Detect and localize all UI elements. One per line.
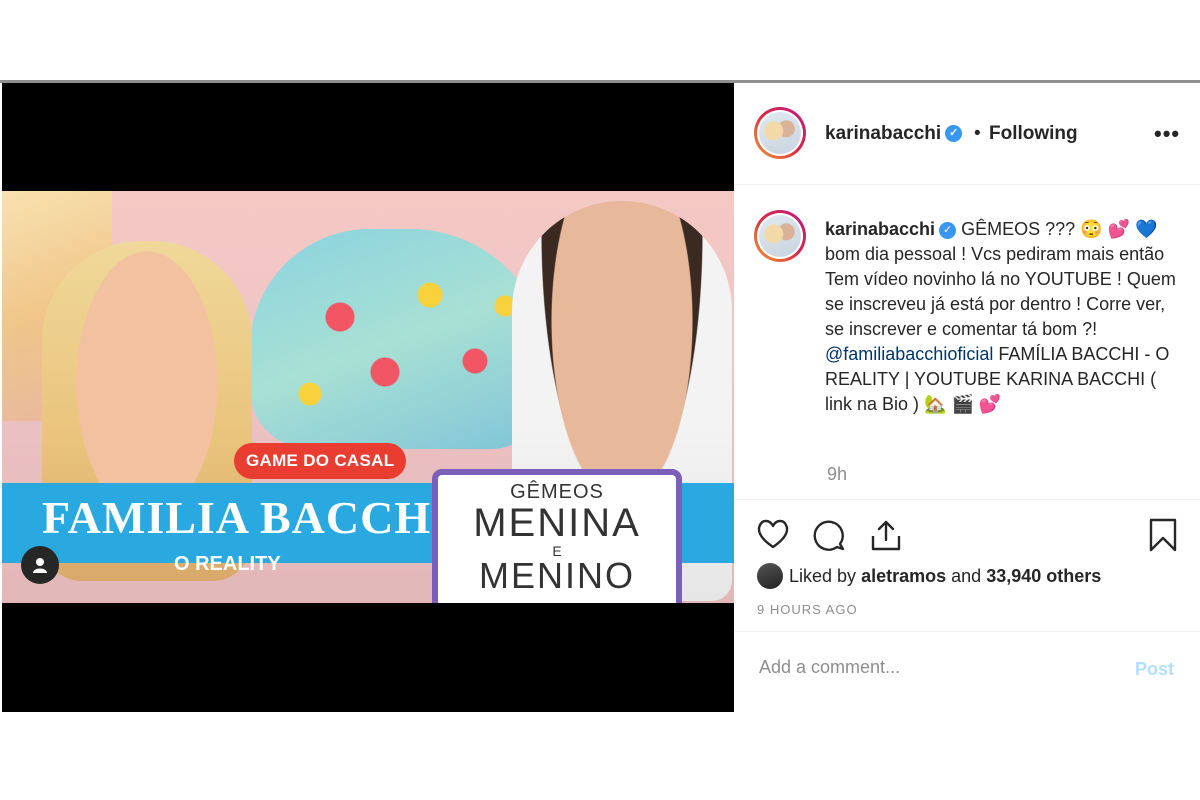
action-bar: Liked by aletramos and 33,940 others 9 H… [734,499,1200,620]
post-sidebar: karinabacchi ✓ • Following ••• karinabacc… [734,83,1200,712]
verified-icon: ✓ [939,221,957,239]
game-tag: GAME DO CASAL [234,443,407,479]
post-media[interactable]: GAME DO CASAL FAMILIA BACCHI O REALITY G… [2,83,734,712]
user-silhouette [33,558,47,573]
separator-dot: • [974,123,981,144]
caption: karinabacchi ✓ GÊMEOS ??? 😳 💕 💙 bom dia p… [825,217,1180,417]
thumbnail-subtitle: O REALITY [174,553,281,575]
comment-box: Post [734,631,1200,713]
post-modal: GAME DO CASAL FAMILIA BACCHI O REALITY G… [0,83,1200,712]
avatar-image [759,112,801,154]
liker-username[interactable]: aletramos [861,566,946,587]
likes-summary: Liked by aletramos and 33,940 others [757,563,1101,589]
likes-prefix: Liked by [789,565,857,586]
heart-icon[interactable] [756,518,790,550]
likes-middle: and [951,565,982,586]
video-thumbnail: GAME DO CASAL FAMILIA BACCHI O REALITY G… [2,191,734,603]
relative-time: 9h [827,464,848,484]
following-button[interactable]: Following [989,123,1078,145]
whiteboard: GÊMEOS MENINA E MENINO [432,469,682,603]
thumbnail-title: FAMILIA BACCHI [42,492,451,543]
liker-avatar[interactable] [757,563,783,589]
post-timestamp: 9 HOURS AGO [757,602,858,617]
mention-link[interactable]: @familiabacchioficial [825,344,993,364]
avatar-image [759,215,801,257]
comment-input[interactable] [757,656,1101,679]
post-button[interactable]: Post [1135,659,1174,680]
whiteboard-line: MENINA [473,501,641,545]
more-options-icon[interactable]: ••• [1154,121,1180,147]
post-header: karinabacchi ✓ • Following ••• [734,83,1200,185]
share-icon[interactable] [869,518,903,552]
whiteboard-line: MENINO [479,555,635,596]
username-text: karinabacchi [825,123,942,144]
comment-icon[interactable] [812,518,846,552]
avatar[interactable] [754,107,806,159]
verified-icon: ✓ [945,125,963,143]
caption-username[interactable]: karinabacchi [825,219,935,239]
username-link[interactable]: karinabacchi ✓ [825,123,963,145]
bookmark-icon[interactable] [1148,518,1178,552]
likes-others-link[interactable]: 33,940 others [986,566,1101,587]
caption-avatar[interactable] [754,210,806,262]
user-icon[interactable] [21,546,59,584]
floral-pillow [250,229,550,449]
